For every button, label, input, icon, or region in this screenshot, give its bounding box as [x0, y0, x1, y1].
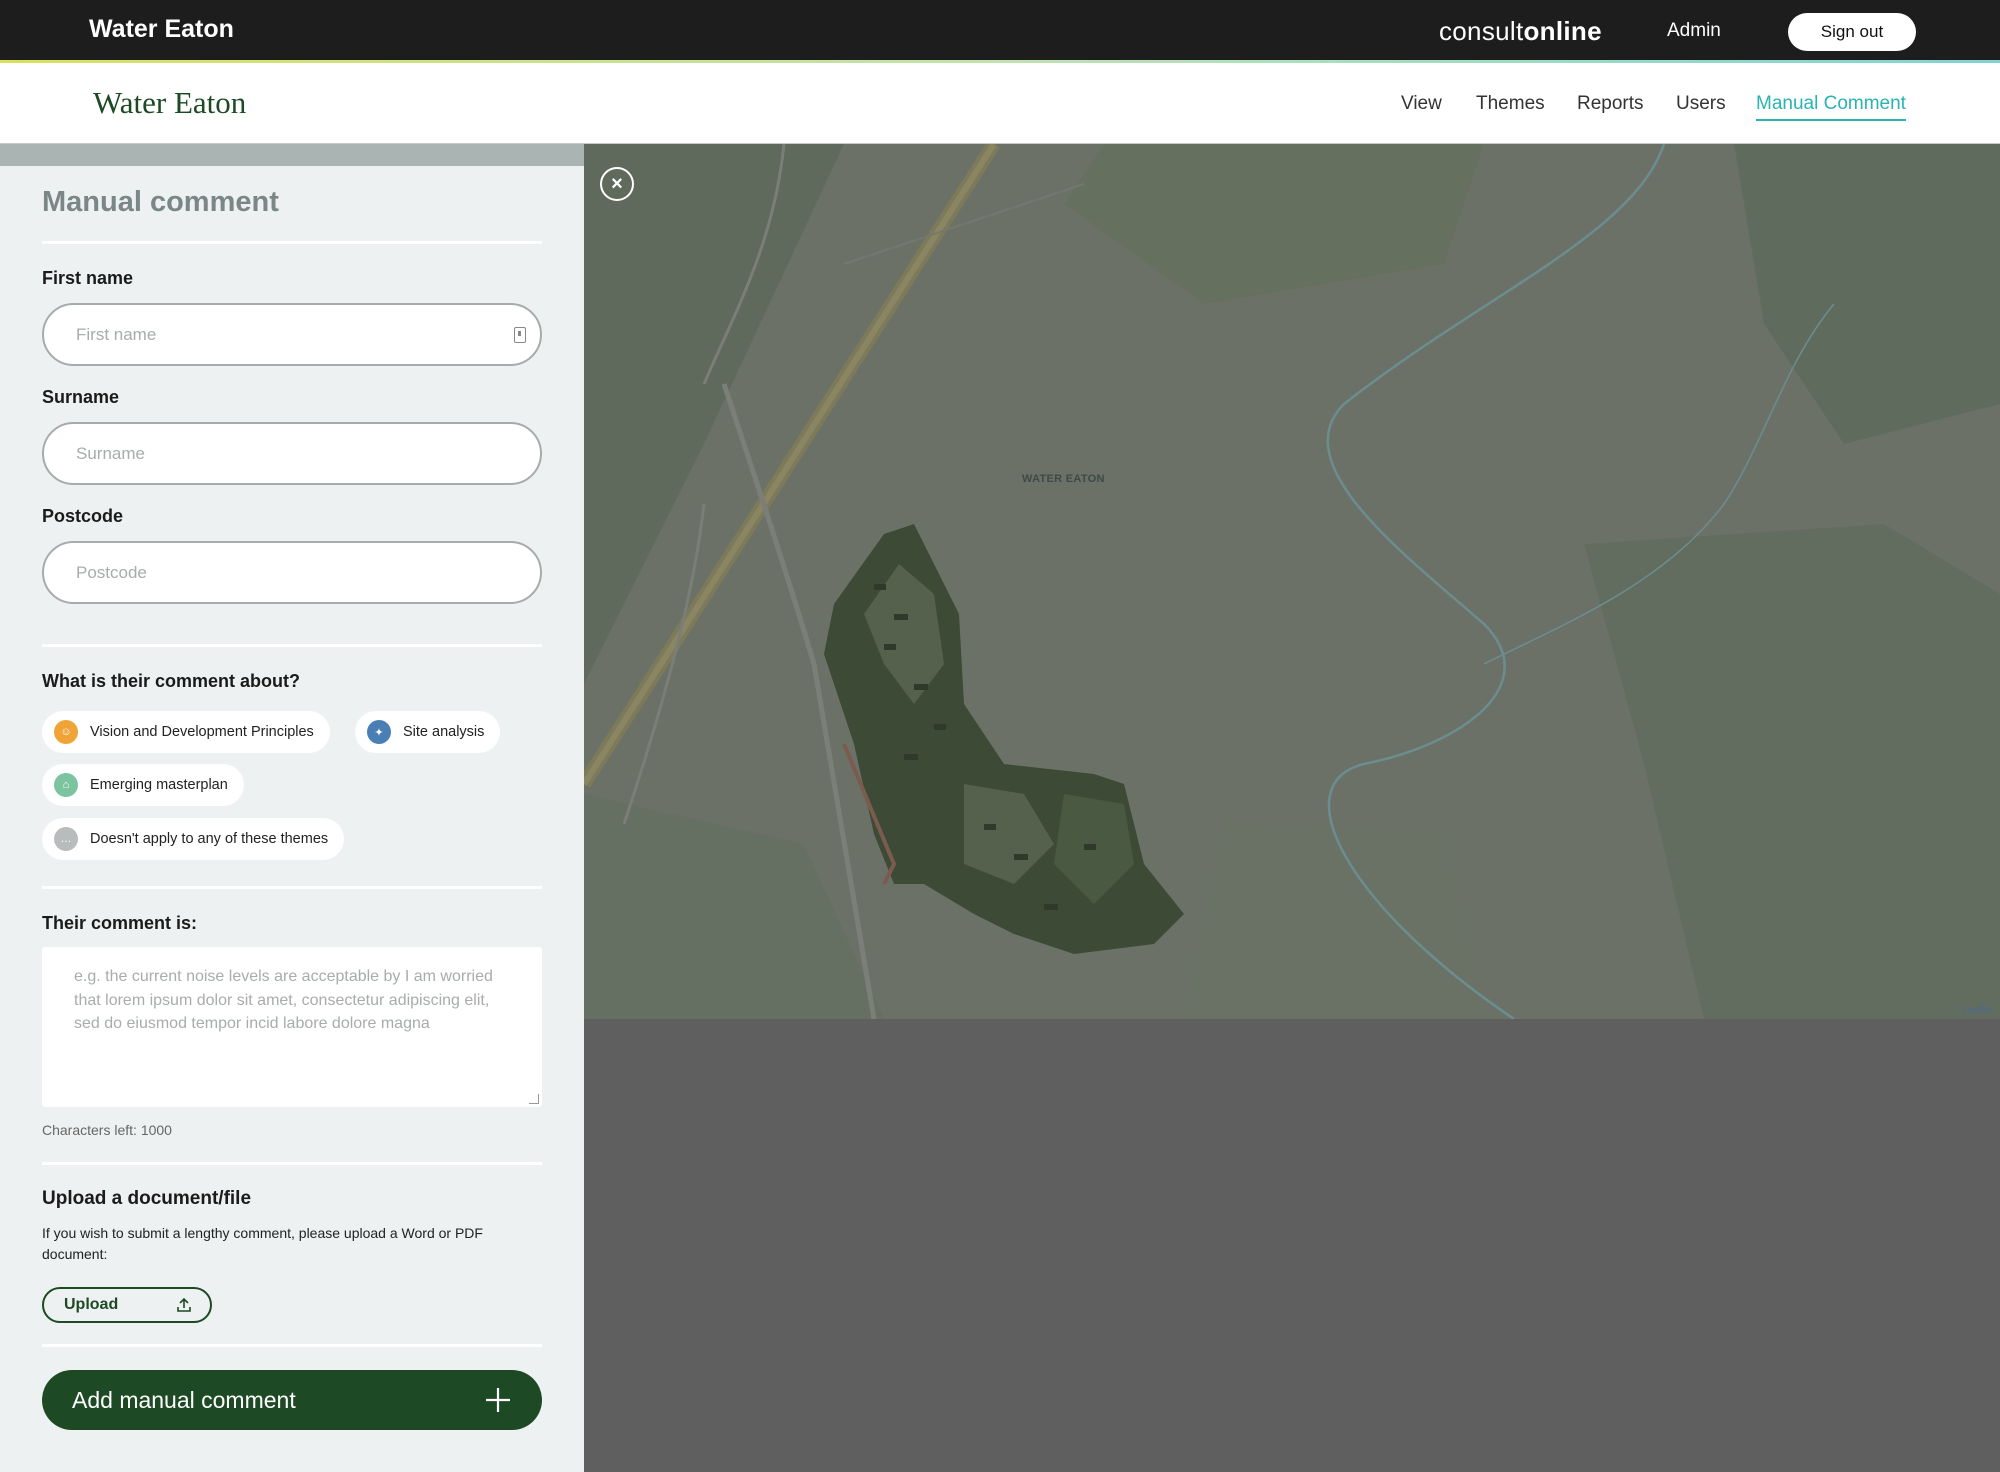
theme-label: Emerging masterplan — [90, 777, 228, 793]
surname-label: Surname — [42, 387, 120, 407]
masterplan-icon: ⌂ — [54, 773, 78, 797]
divider — [42, 886, 542, 889]
nav-users[interactable]: Users — [1676, 93, 1726, 115]
theme-chip-none[interactable]: … Doesn't apply to any of these themes — [42, 818, 345, 860]
brand-bold: online — [1523, 16, 1602, 46]
manual-comment-panel: Manual comment First name First name Sur… — [0, 144, 584, 1472]
resize-handle-icon[interactable] — [529, 1094, 539, 1104]
nav-manual-comment[interactable]: Manual Comment — [1756, 93, 1906, 121]
people-icon: ☺ — [54, 720, 78, 744]
nav-reports[interactable]: Reports — [1577, 93, 1644, 115]
theme-label: Doesn't apply to any of these themes — [90, 831, 329, 847]
upload-title: Upload a document/file — [42, 1188, 252, 1209]
app-title: Water Eaton — [89, 15, 234, 43]
comment-textarea[interactable]: e.g. the current noise levels are accept… — [42, 947, 542, 1107]
map-attribution[interactable]: Leaflet — [1962, 1005, 1992, 1016]
theme-label: Site analysis — [403, 724, 485, 740]
postcode-label: Postcode — [42, 506, 124, 526]
map-place-label: WATER EATON — [1022, 473, 1105, 485]
comment-placeholder: e.g. the current noise levels are accept… — [74, 968, 493, 1032]
upload-description: If you wish to submit a lengthy comment,… — [42, 1225, 483, 1262]
surname-placeholder: Surname — [76, 443, 145, 463]
brand-light: consult — [1439, 16, 1524, 46]
divider — [42, 1162, 542, 1165]
plus-icon — [486, 1388, 510, 1412]
add-manual-comment-button[interactable]: Add manual comment — [42, 1370, 542, 1430]
upload-label: Upload — [64, 1296, 119, 1313]
consultonline-logo: consultonline — [1439, 16, 1602, 47]
main-navbar: Water Eaton View Themes Reports Users Ma… — [0, 63, 2000, 144]
top-bar: Water Eaton consultonline Admin Sign out — [0, 0, 2000, 60]
chat-icon: … — [54, 827, 78, 851]
divider — [42, 241, 542, 244]
map-overlay-empty — [584, 1019, 2000, 1472]
upload-icon — [177, 1297, 191, 1312]
theme-label: Vision and Development Principles — [90, 724, 314, 740]
sign-out-button[interactable]: Sign out — [1788, 13, 1916, 51]
panel-title: Manual comment — [42, 186, 279, 218]
characters-left: Characters left: 1000 — [42, 1122, 172, 1138]
nav-themes[interactable]: Themes — [1476, 93, 1545, 115]
divider — [42, 1344, 542, 1347]
comment-label: Their comment is: — [42, 913, 198, 933]
themes-question: What is their comment about? — [42, 671, 301, 691]
divider — [42, 644, 542, 647]
admin-link[interactable]: Admin — [1667, 20, 1721, 42]
upload-button[interactable]: Upload — [42, 1287, 212, 1323]
theme-chip-site-analysis[interactable]: ✦ Site analysis — [355, 711, 501, 753]
lightbulb-icon: ✦ — [367, 720, 391, 744]
nav-view[interactable]: View — [1401, 93, 1442, 115]
autofill-icon[interactable] — [514, 327, 526, 343]
theme-chip-vision[interactable]: ☺ Vision and Development Principles — [42, 711, 330, 753]
postcode-placeholder: Postcode — [76, 562, 147, 582]
close-icon[interactable]: × — [600, 167, 634, 201]
surname-field[interactable]: Surname — [42, 422, 542, 485]
add-button-label: Add manual comment — [72, 1386, 296, 1413]
map-canvas — [584, 144, 2000, 1019]
site-map[interactable]: WATER EATON — [584, 144, 2000, 1019]
panel-header-strip — [0, 144, 584, 166]
first-name-label: First name — [42, 268, 134, 288]
postcode-field[interactable]: Postcode — [42, 541, 542, 604]
theme-chip-emerging-masterplan[interactable]: ⌂ Emerging masterplan — [42, 764, 244, 806]
site-logo[interactable]: Water Eaton — [93, 85, 246, 121]
first-name-placeholder: First name — [76, 324, 157, 344]
first-name-field[interactable]: First name — [42, 303, 542, 366]
